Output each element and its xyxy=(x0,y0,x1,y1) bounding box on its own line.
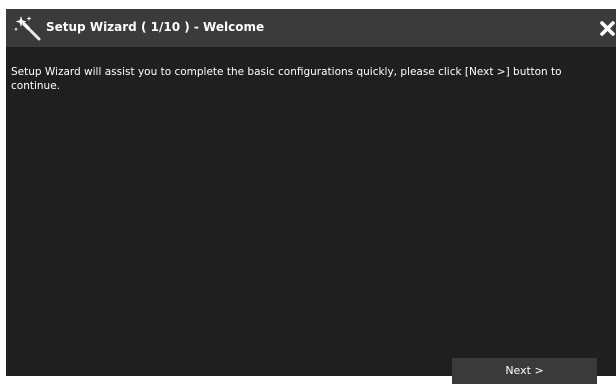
window-title: Setup Wizard ( 1/10 ) - Welcome xyxy=(46,20,265,34)
magic-wand-icon xyxy=(12,14,42,42)
setup-wizard-dialog: Setup Wizard ( 1/10 ) - Welcome Setup Wi… xyxy=(6,9,616,384)
close-icon[interactable] xyxy=(598,18,616,38)
title-bar: Setup Wizard ( 1/10 ) - Welcome xyxy=(6,9,616,47)
welcome-message: Setup Wizard will assist you to complete… xyxy=(11,66,562,92)
next-button[interactable]: Next > xyxy=(452,358,597,384)
